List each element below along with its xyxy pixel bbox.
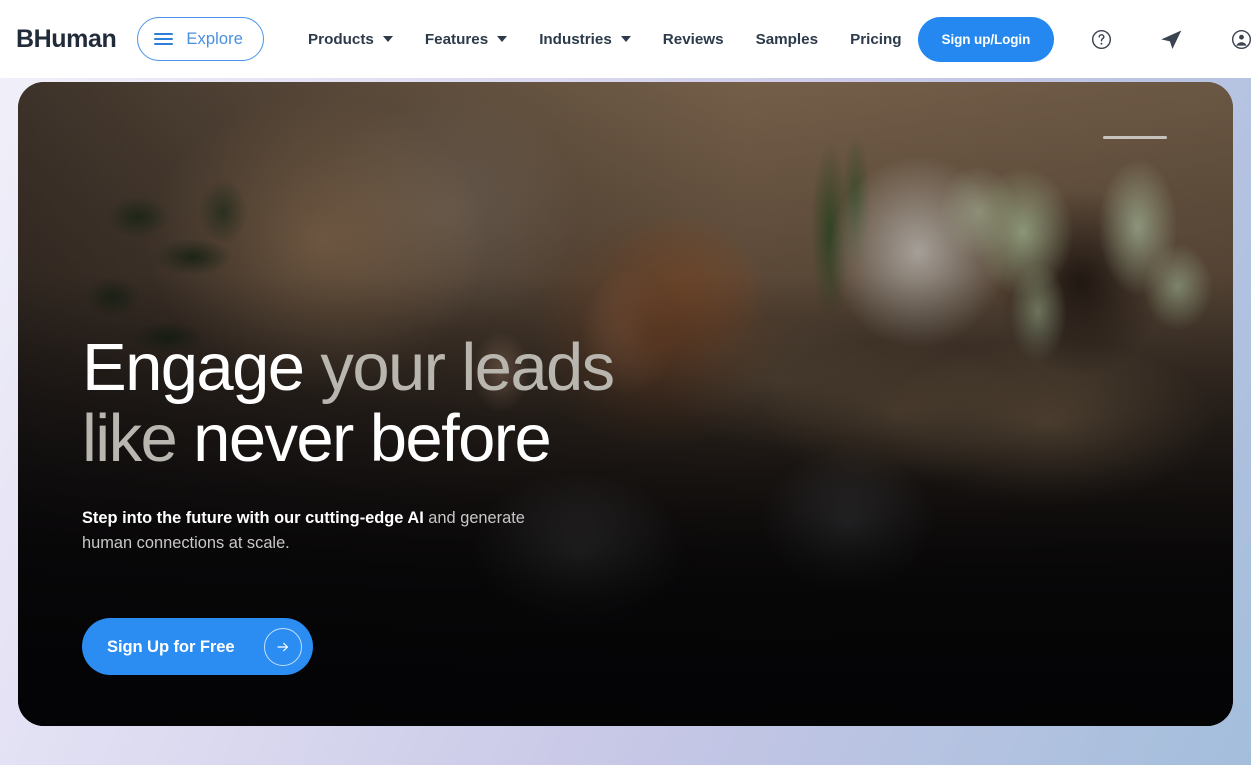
headline-word-bright-1: Engage xyxy=(82,330,305,405)
account-circle-icon[interactable] xyxy=(1218,16,1251,62)
nav-item-industries[interactable]: Industries xyxy=(523,31,647,48)
signup-for-free-button[interactable]: Sign Up for Free xyxy=(82,618,313,675)
nav-item-reviews[interactable]: Reviews xyxy=(647,31,740,48)
help-circle-icon[interactable] xyxy=(1078,16,1124,62)
subhead-bright: Step into the future with our cutting-ed… xyxy=(82,509,424,527)
hamburger-icon xyxy=(154,32,174,46)
main-nav: Products Features Industries Reviews Sam… xyxy=(292,31,918,48)
chevron-down-icon xyxy=(382,36,393,42)
send-icon[interactable] xyxy=(1148,16,1194,62)
nav-item-products[interactable]: Products xyxy=(292,31,409,48)
headline-word-dim-1: your leads xyxy=(303,330,615,405)
video-progress-indicator[interactable] xyxy=(1103,136,1167,139)
nav-label-pricing: Pricing xyxy=(850,30,902,48)
nav-label-features: Features xyxy=(424,30,489,48)
site-header: BHuman Explore Products Features Industr… xyxy=(0,0,1251,78)
chevron-down-icon xyxy=(620,36,631,42)
hero-headline: Engage your leads like never before xyxy=(82,330,615,476)
header-actions: Sign up/Login xyxy=(917,16,1251,62)
nav-label-samples: Samples xyxy=(755,30,819,48)
explore-button-label: Explore xyxy=(186,29,244,48)
nav-label-industries: Industries xyxy=(539,30,612,48)
nav-item-pricing[interactable]: Pricing xyxy=(834,31,917,48)
nav-item-samples[interactable]: Samples xyxy=(740,31,834,48)
hero-section: Engage your leads like never before Step… xyxy=(18,82,1233,726)
arrow-right-icon xyxy=(264,627,302,666)
cta-label: Sign Up for Free xyxy=(107,636,235,656)
nav-item-features[interactable]: Features xyxy=(409,31,523,48)
chevron-down-icon xyxy=(497,36,508,42)
hero-content: Engage your leads like never before Step… xyxy=(82,330,615,675)
signup-login-button[interactable]: Sign up/Login xyxy=(917,16,1055,62)
explore-button[interactable]: Explore xyxy=(137,17,265,61)
nav-label-reviews: Reviews xyxy=(662,30,724,48)
nav-label-products: Products xyxy=(308,30,374,48)
logo[interactable]: BHuman xyxy=(16,25,117,54)
hero-subheadline: Step into the future with our cutting-ed… xyxy=(82,506,552,555)
headline-word-dim-2: like xyxy=(82,401,178,476)
headline-word-bright-2: never before xyxy=(176,401,552,476)
